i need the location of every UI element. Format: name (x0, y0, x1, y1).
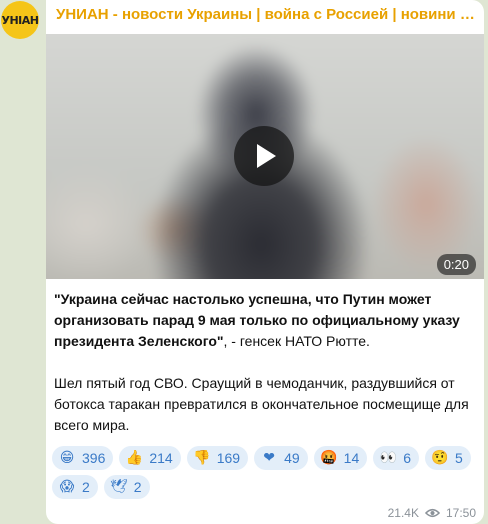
reaction-chip[interactable]: ❤ 49 (254, 446, 308, 470)
view-count: 21.4K (387, 506, 419, 520)
reaction-chip[interactable]: 🤨 5 (425, 446, 471, 470)
post-comment: Шел пятый год СВО. Сраущий в чемоданчик,… (54, 375, 469, 433)
reaction-chip[interactable]: 😱 2 (52, 475, 98, 499)
message-time: 17:50 (445, 506, 476, 520)
message-bubble: УНИАН - новости Украины | война с Россие… (46, 0, 484, 524)
video-duration: 0:20 (436, 254, 476, 275)
reaction-chip[interactable]: 👀 6 (373, 446, 420, 470)
video-player[interactable]: 0:20 (46, 34, 484, 279)
reaction-chip[interactable]: 🤬 14 (313, 446, 368, 470)
reaction-count: 169 (216, 450, 241, 466)
reaction-emoji-icon: ❤ (263, 450, 275, 466)
reaction-chip[interactable]: 😁 396 (52, 446, 114, 470)
reaction-count: 214 (149, 450, 173, 466)
reaction-count: 6 (403, 450, 412, 466)
reaction-emoji-icon: 👍 (125, 450, 144, 466)
reaction-emoji-icon: 😱 (59, 479, 75, 495)
message-meta: 21.4K 17:50 (388, 506, 476, 520)
play-button[interactable] (234, 126, 294, 186)
reaction-chip[interactable]: 🕊 2 (103, 475, 150, 499)
channel-title[interactable]: УНИАН - новости Украины | война с Россие… (56, 6, 476, 23)
reactions-bar: 😁 396 👍 214 👎 169 ❤ 49 🤬 14 👀 6 🤨 5 😱 2 🕊 2 (52, 446, 478, 499)
reaction-count: 14 (343, 450, 360, 466)
reaction-chip[interactable]: 👎 169 (186, 446, 249, 470)
reaction-count: 2 (133, 479, 142, 495)
post-text: "Украина сейчас настолько успешна, что П… (54, 289, 478, 457)
post-quote-rest: , - генсек НАТО Рютте. (223, 333, 370, 349)
reaction-emoji-icon: 🤬 (319, 450, 338, 466)
reaction-count: 2 (82, 479, 90, 495)
reaction-emoji-icon: 👎 (193, 450, 211, 466)
reaction-count: 5 (455, 450, 463, 466)
reaction-chip[interactable]: 👍 214 (119, 446, 181, 470)
reaction-emoji-icon: 🕊 (109, 479, 128, 495)
post-quote: "Украина сейчас настолько успешна, что П… (54, 289, 478, 352)
reaction-count: 49 (284, 450, 300, 466)
channel-avatar[interactable]: УНIАН (1, 1, 39, 39)
reaction-count: 396 (82, 450, 106, 466)
eye-icon (424, 508, 440, 518)
reaction-emoji-icon: 🤨 (431, 450, 449, 466)
reaction-emoji-icon: 👀 (379, 450, 397, 466)
play-icon (257, 144, 276, 168)
reaction-emoji-icon: 😁 (59, 450, 75, 466)
